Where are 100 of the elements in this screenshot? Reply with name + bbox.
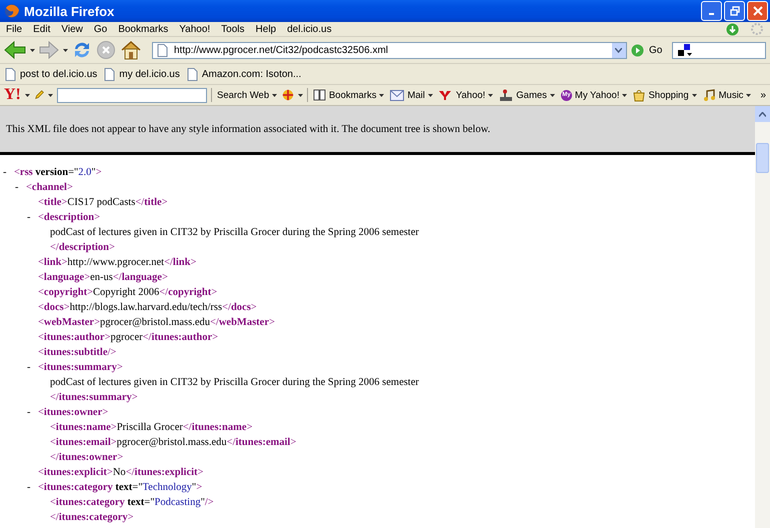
restore-icon [730, 6, 740, 16]
search-engine-icon[interactable] [677, 43, 694, 57]
toolbar-menu-button[interactable]: Games [498, 88, 556, 102]
search-field[interactable] [672, 42, 766, 58]
caret-icon [622, 94, 628, 96]
caret-icon [550, 94, 555, 96]
xml-line: <description> [38, 211, 100, 225]
toolbar-menu-button[interactable]: Music [702, 88, 752, 102]
home-button[interactable] [120, 40, 142, 60]
stop-icon [96, 40, 116, 60]
xml-line: <copyright>Copyright 2006</copyright> [38, 286, 218, 300]
caret-icon [692, 94, 697, 96]
toolbar-menu-button[interactable]: Bookmarks [312, 89, 386, 101]
caret-icon [428, 94, 433, 96]
more-button[interactable]: » [760, 90, 766, 100]
reload-button[interactable] [72, 40, 92, 60]
caret-icon[interactable] [48, 94, 54, 96]
back-arrow-icon [4, 41, 26, 59]
xml-line: <webMaster>pgrocer@bristol.mass.edu</webMaster> [38, 316, 275, 330]
toolbar-menu-button[interactable]: Mail [389, 90, 434, 100]
dropdown-button[interactable] [612, 42, 626, 58]
xml-line: <link>http://www.pgrocer.net</link> [38, 256, 196, 270]
caret-icon[interactable] [298, 94, 304, 96]
xml-line: <docs>http://blogs.law.harvard.edu/tech/rss</docs> [38, 301, 257, 315]
collapse-toggle[interactable]: - [27, 360, 38, 375]
music-note-icon [702, 88, 716, 102]
xml-line: <itunes:summary> [38, 361, 123, 375]
address-field[interactable]: http://www.pgrocer.net/Cit32/podcastc32506.xml [152, 42, 627, 58]
toolbar-menu-button[interactable]: Yahoo! [438, 90, 494, 100]
xml-line: <channel> [26, 181, 73, 195]
menu-item[interactable]: View [61, 24, 83, 34]
xml-line: <itunes:category text="Podcasting"/> [50, 496, 214, 510]
page-icon [186, 68, 198, 80]
xml-line: <itunes:category text="Technology"> [38, 481, 202, 495]
caret-icon[interactable] [63, 48, 68, 52]
caret-icon [272, 94, 278, 96]
page-icon [5, 68, 16, 80]
xml-line: podCast of lectures given in CIT32 by Priscilla Grocer during the Spring 2006 semester [50, 376, 419, 390]
joystick-icon [499, 88, 514, 102]
emblem-icon[interactable] [282, 88, 294, 102]
reload-icon [72, 40, 92, 60]
page-icon [104, 68, 116, 80]
page-icon [157, 44, 168, 56]
yahoo-logo[interactable]: Y! [4, 87, 21, 103]
menu-item[interactable]: File [6, 24, 22, 34]
bookmark-link[interactable]: Amazon.com: Isoton... [186, 68, 302, 80]
envelope-icon [390, 90, 404, 100]
xml-line: <rss version="2.0"> [14, 166, 102, 180]
caret-icon[interactable] [30, 48, 35, 52]
chevron-icon [615, 48, 622, 52]
book-icon [312, 89, 326, 101]
xml-line: </itunes:owner> [50, 451, 124, 465]
caret-icon [746, 94, 752, 96]
xml-line: <itunes:name>Priscilla Grocer</itunes:name> [50, 421, 252, 435]
xml-line: podCast of lectures given in CIT32 by Priscilla Grocer during the Spring 2006 semester [50, 226, 419, 240]
menu-item[interactable]: Help [256, 24, 276, 34]
info-text: This XML file does not appear to have any style information associated with it. The document tree is shown below. [6, 124, 490, 134]
globe-icon [4, 3, 20, 19]
close-button[interactable] [747, 1, 768, 21]
bag-icon [633, 88, 646, 102]
caret-icon[interactable] [24, 94, 30, 96]
xml-line: <itunes:email>pgrocer@bristol.mass.edu</itunes:email> [50, 436, 296, 450]
menu-item[interactable]: Edit [33, 24, 50, 34]
bookmark-link[interactable]: post to del.icio.us [5, 68, 98, 80]
search-web-button[interactable]: Search Web [216, 90, 278, 100]
caret-icon [379, 94, 384, 96]
pencil-icon[interactable] [34, 89, 44, 101]
menu-item[interactable]: del.icio.us [287, 24, 332, 34]
house-icon [120, 40, 142, 60]
back-button[interactable] [4, 41, 26, 59]
xml-line: </description> [50, 241, 115, 255]
collapse-toggle[interactable]: - [3, 165, 14, 180]
collapse-toggle[interactable]: - [27, 210, 38, 225]
play-icon [630, 44, 644, 56]
chevron-icon [759, 112, 766, 116]
menu-item[interactable]: Yahoo! [179, 24, 210, 34]
restore-button[interactable] [724, 1, 745, 21]
go-button[interactable]: Go [630, 44, 662, 56]
collapse-toggle[interactable]: - [27, 405, 38, 420]
scroll-thumb[interactable] [756, 143, 769, 173]
caret-icon [488, 94, 494, 96]
scroll-up-button[interactable] [755, 106, 770, 122]
xml-line: <itunes:owner> [38, 406, 108, 420]
menu-item[interactable]: Go [94, 24, 108, 34]
window-title: Mozilla Firefox [24, 4, 114, 18]
xml-line: <language>en-us</language> [38, 271, 168, 285]
search-field[interactable] [57, 88, 208, 102]
collapse-toggle[interactable]: - [27, 480, 38, 495]
menu-item[interactable]: Tools [221, 24, 245, 34]
xml-line: <itunes:explicit>No</itunes:explicit> [38, 466, 204, 480]
menu-item[interactable]: Bookmarks [118, 24, 168, 34]
throbber-icon [750, 22, 764, 36]
download-icon[interactable] [726, 22, 739, 36]
collapse-toggle[interactable]: - [15, 180, 26, 195]
toolbar-menu-button[interactable]: Shopping [632, 88, 698, 102]
minimize-button[interactable] [701, 1, 722, 21]
stop-button[interactable] [96, 40, 116, 60]
bookmark-link[interactable]: my del.icio.us [104, 68, 180, 80]
xml-line: <title>CIS17 podCasts</title> [38, 196, 168, 210]
y-logo-icon [438, 90, 453, 100]
